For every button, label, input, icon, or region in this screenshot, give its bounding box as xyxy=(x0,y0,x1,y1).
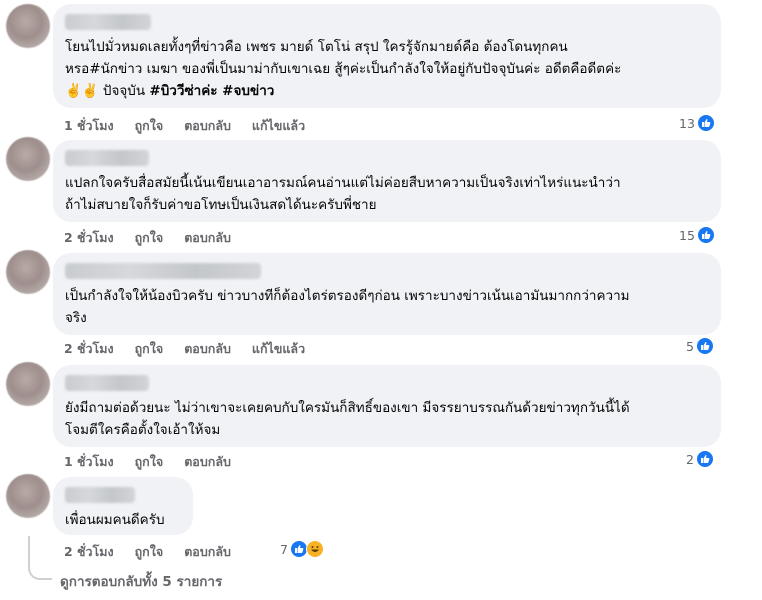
reply-button[interactable]: ตอบกลับ xyxy=(184,542,231,562)
reaction-count[interactable]: 2 xyxy=(686,450,714,468)
like-button[interactable]: ถูกใจ xyxy=(135,339,164,359)
edited-label[interactable]: แก้ไขแล้ว xyxy=(252,116,305,136)
timestamp[interactable]: 2 ชั่วโมง xyxy=(64,339,114,359)
reply-button[interactable]: ตอบกลับ xyxy=(184,339,231,359)
hashtags[interactable]: #บิววีซ่าค่ะ #จบข่าว xyxy=(149,83,274,99)
reaction-count[interactable]: 5 xyxy=(686,337,714,355)
edited-label[interactable]: แก้ไขแล้ว xyxy=(252,339,305,359)
author-name-blurred[interactable] xyxy=(65,263,261,279)
reaction-count[interactable]: 13 xyxy=(679,114,715,132)
comment-actions: 2 ชั่วโมง ถูกใจ ตอบกลับ xyxy=(64,228,231,248)
comment-actions: 1 ชั่วโมง ถูกใจ ตอบกลับ แก้ไขแล้ว xyxy=(64,116,305,136)
like-button[interactable]: ถูกใจ xyxy=(135,542,164,562)
reaction-count[interactable]: 7 xyxy=(280,540,324,558)
timestamp[interactable]: 1 ชั่วโมง xyxy=(64,452,114,472)
view-more-replies-link[interactable]: ดูการตอบกลับทั้ง 5 รายการ xyxy=(60,570,222,592)
comment-text: เพื่อนผมคนดีครับ xyxy=(65,512,165,528)
like-button[interactable]: ถูกใจ xyxy=(135,228,164,248)
comment-bubble: เป็นกำลังใจให้น้องบิวครับ ข่าวบางทีก็ต้อ… xyxy=(53,253,721,335)
reaction-count[interactable]: 15 xyxy=(679,226,715,244)
comment-actions: 2 ชั่วโมง ถูกใจ ตอบกลับ xyxy=(64,542,231,562)
comment-actions: 2 ชั่วโมง ถูกใจ ตอบกลับ แก้ไขแล้ว xyxy=(64,339,305,359)
timestamp[interactable]: 2 ชั่วโมง xyxy=(64,228,114,248)
author-name-blurred[interactable] xyxy=(65,150,149,166)
thumbs-up-icon xyxy=(696,114,715,132)
comment-actions: 1 ชั่วโมง ถูกใจ ตอบกลับ xyxy=(64,452,231,472)
comment-bubble: แปลกใจครับสื่อสมัยนี้เน้นเขียนเอาอารมณ์ค… xyxy=(53,140,721,222)
comment-bubble: ยังมีถามต่อด้วยนะ ไม่ว่าเขาจะเคยคบกับใคร… xyxy=(53,365,721,447)
avatar[interactable] xyxy=(6,4,50,48)
reply-button[interactable]: ตอบกลับ xyxy=(184,452,231,472)
avatar[interactable] xyxy=(6,250,50,294)
avatar[interactable] xyxy=(6,137,50,181)
comment-text: เป็นกำลังใจให้น้องบิวครับ ข่าวบางทีก็ต้อ… xyxy=(65,288,630,326)
comment-bubble: โยนไปมั่วหมดเลยทั้งๆที่ข่าวคือ เพชร มายด… xyxy=(53,4,721,108)
author-name-blurred[interactable] xyxy=(65,14,151,30)
like-button[interactable]: ถูกใจ xyxy=(135,452,164,472)
avatar[interactable] xyxy=(6,362,50,406)
reply-button[interactable]: ตอบกลับ xyxy=(184,228,231,248)
author-name-blurred[interactable] xyxy=(65,487,135,503)
comment-text: โยนไปมั่วหมดเลยทั้งๆที่ข่าวคือ เพชร มายด… xyxy=(65,39,622,99)
comment-text: ยังมีถามต่อด้วยนะ ไม่ว่าเขาจะเคยคบกับใคร… xyxy=(65,400,630,438)
comment-bubble: เพื่อนผมคนดีครับ xyxy=(53,477,193,535)
reply-button[interactable]: ตอบกลับ xyxy=(184,116,231,136)
timestamp[interactable]: 2 ชั่วโมง xyxy=(64,542,114,562)
timestamp[interactable]: 1 ชั่วโมง xyxy=(64,116,114,136)
thumbs-up-icon xyxy=(695,337,714,355)
thumbs-up-icon xyxy=(695,450,714,468)
comment-text: แปลกใจครับสื่อสมัยนี้เน้นเขียนเอาอารมณ์ค… xyxy=(65,175,621,213)
thread-connector xyxy=(28,536,52,580)
author-name-blurred[interactable] xyxy=(65,375,149,391)
avatar[interactable] xyxy=(6,474,50,518)
thumbs-up-icon xyxy=(696,226,715,244)
haha-emoji-icon xyxy=(305,540,324,558)
like-button[interactable]: ถูกใจ xyxy=(135,116,164,136)
